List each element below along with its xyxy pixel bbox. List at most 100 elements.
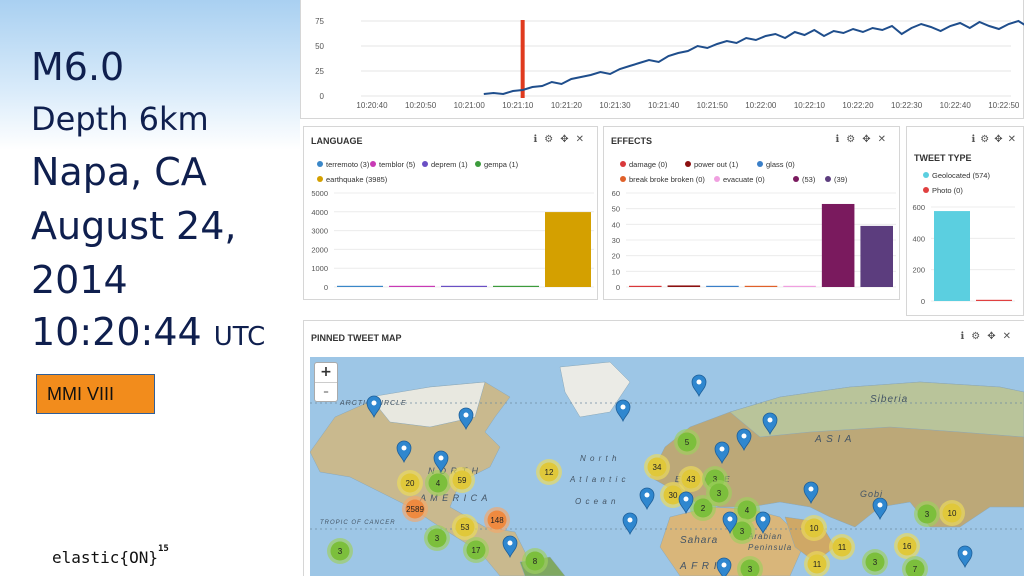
language-chart: 5000 4000 3000 2000 1000 0 [311, 189, 594, 292]
cluster-count: 30 [669, 491, 678, 500]
timeline-x-tick: 10:21:20 [551, 101, 583, 110]
timeline-y-tick: 25 [315, 67, 324, 76]
effects-y-tick: 20 [612, 252, 620, 261]
location-text: Napa, CA [31, 150, 207, 194]
timeline-x-tick: 10:21:10 [502, 101, 534, 110]
date-line-1: August 24, [31, 204, 237, 248]
timeline-x-tick: 10:21:30 [599, 101, 631, 110]
pin-center [696, 379, 702, 385]
pin-center [877, 502, 883, 508]
cluster-count: 34 [653, 463, 662, 472]
timeline-chart: 75 50 25 0 10:20:40 10:20:50 10:21:00 10:21:10 1… [315, 17, 1024, 110]
cluster-count: 148 [490, 516, 504, 525]
effects-y-tick: 60 [612, 189, 620, 198]
cluster-count: 3 [873, 558, 878, 567]
zoom-in-button[interactable]: + [315, 363, 337, 382]
pin-center [401, 445, 407, 451]
effects-panel: EFFECTS ℹ⚙✥✕ damage (0) power out (1) glas… [603, 126, 900, 300]
move-icon[interactable]: ✥ [987, 331, 1002, 342]
effects-y-tick: 10 [612, 267, 620, 276]
language-y-tick: 2000 [311, 245, 328, 254]
cluster-count: 4 [436, 479, 441, 488]
effects-y-tick: 30 [612, 236, 620, 245]
cluster-count: 10 [948, 509, 957, 518]
mmi-badge: MMI VIII [36, 374, 155, 414]
elastic-on-logo: elastic{ON}15 [52, 544, 169, 567]
map-label: Gobi [860, 489, 883, 499]
pin-center [620, 404, 626, 410]
effects-bar [821, 203, 855, 287]
pin-center [644, 492, 650, 498]
map-label: A F R I [679, 561, 718, 572]
cluster-count: 7 [913, 565, 918, 574]
gear-icon[interactable]: ⚙ [971, 331, 987, 342]
zoom-out-button[interactable]: - [315, 382, 337, 401]
map-label: A t l a n t i c [569, 475, 627, 484]
cluster-count: 17 [472, 546, 481, 555]
pin-center [767, 417, 773, 423]
timeline-x-tick: 10:20:40 [356, 101, 388, 110]
effects-y-tick: 0 [616, 283, 620, 292]
effects-bar [667, 285, 701, 287]
timeline-x-tick: 10:21:40 [648, 101, 680, 110]
language-bar [337, 285, 383, 287]
date-line-2: 2014 [31, 258, 128, 302]
tweet-type-y-tick: 600 [912, 203, 925, 212]
pin-center [962, 550, 968, 556]
magnitude-text: M6.0 [31, 45, 125, 89]
timeline-y-tick: 50 [315, 42, 324, 51]
logo-text: elastic{ON} [52, 548, 158, 567]
tweet-type-y-tick: 200 [912, 266, 925, 275]
timeline-x-tick: 10:20:50 [405, 101, 437, 110]
cluster-count: 2589 [406, 505, 424, 514]
map-label: O c e a n [575, 497, 616, 506]
language-bar [441, 285, 487, 287]
timeline-x-tick: 10:21:00 [454, 101, 486, 110]
map-label: TROPIC OF CANCER [320, 520, 396, 526]
tweet-type-y-tick: 0 [921, 297, 925, 306]
cluster-count: 11 [813, 560, 822, 569]
pin-center [719, 446, 725, 452]
close-icon[interactable]: ✕ [1003, 331, 1018, 342]
pin-center [760, 516, 766, 522]
pin-center [371, 400, 377, 406]
map-label: N o r t h [580, 454, 617, 463]
depth-text: Depth 6km [31, 100, 209, 138]
language-y-tick: 1000 [311, 264, 328, 273]
tweet-type-chart: 600 400 200 0 [912, 203, 1015, 306]
timeline-x-tick: 10:22:20 [842, 101, 874, 110]
pin-center [721, 562, 727, 568]
cluster-count: 16 [903, 542, 912, 551]
effects-y-tick: 40 [612, 220, 620, 229]
timeline-x-tick: 10:22:50 [988, 101, 1020, 110]
pin-center [741, 433, 747, 439]
pin-center [463, 412, 469, 418]
map-label: A S I A [814, 434, 852, 445]
info-icon[interactable]: ℹ [960, 331, 971, 342]
cluster-count: 2 [701, 504, 706, 513]
pin-center [507, 540, 513, 546]
language-y-tick: 4000 [311, 208, 328, 217]
time-unit: UTC [213, 322, 266, 352]
timeline-y-tick: 0 [320, 92, 325, 101]
map-label: Siberia [870, 394, 908, 405]
pin-center [683, 496, 689, 502]
time-text: 10:20:44 UTC [31, 310, 265, 354]
time-value: 10:20:44 [31, 310, 202, 354]
effects-bar [706, 285, 739, 287]
cluster-count: 59 [458, 476, 467, 485]
map-label: A M E R I C A [419, 493, 488, 503]
timeline-y-tick: 75 [315, 17, 324, 26]
language-y-tick: 0 [324, 283, 328, 292]
pin-center [808, 486, 814, 492]
cluster-count: 12 [545, 468, 554, 477]
timeline-x-tick: 10:21:50 [697, 101, 729, 110]
cluster-count: 8 [533, 557, 538, 566]
pin-center [727, 516, 733, 522]
world-map[interactable]: ARCTIC CIRCLESiberiaA S I AN O R T HA M … [310, 357, 1024, 576]
cluster-count: 20 [406, 479, 415, 488]
map-canvas[interactable]: ARCTIC CIRCLESiberiaA S I AN O R T HA M … [310, 357, 1024, 576]
cluster-count: 43 [687, 475, 696, 484]
slide-info-panel: M6.0 Depth 6km Napa, CA August 24, 2014 … [0, 0, 300, 576]
timeline-x-tick: 10:22:10 [794, 101, 826, 110]
